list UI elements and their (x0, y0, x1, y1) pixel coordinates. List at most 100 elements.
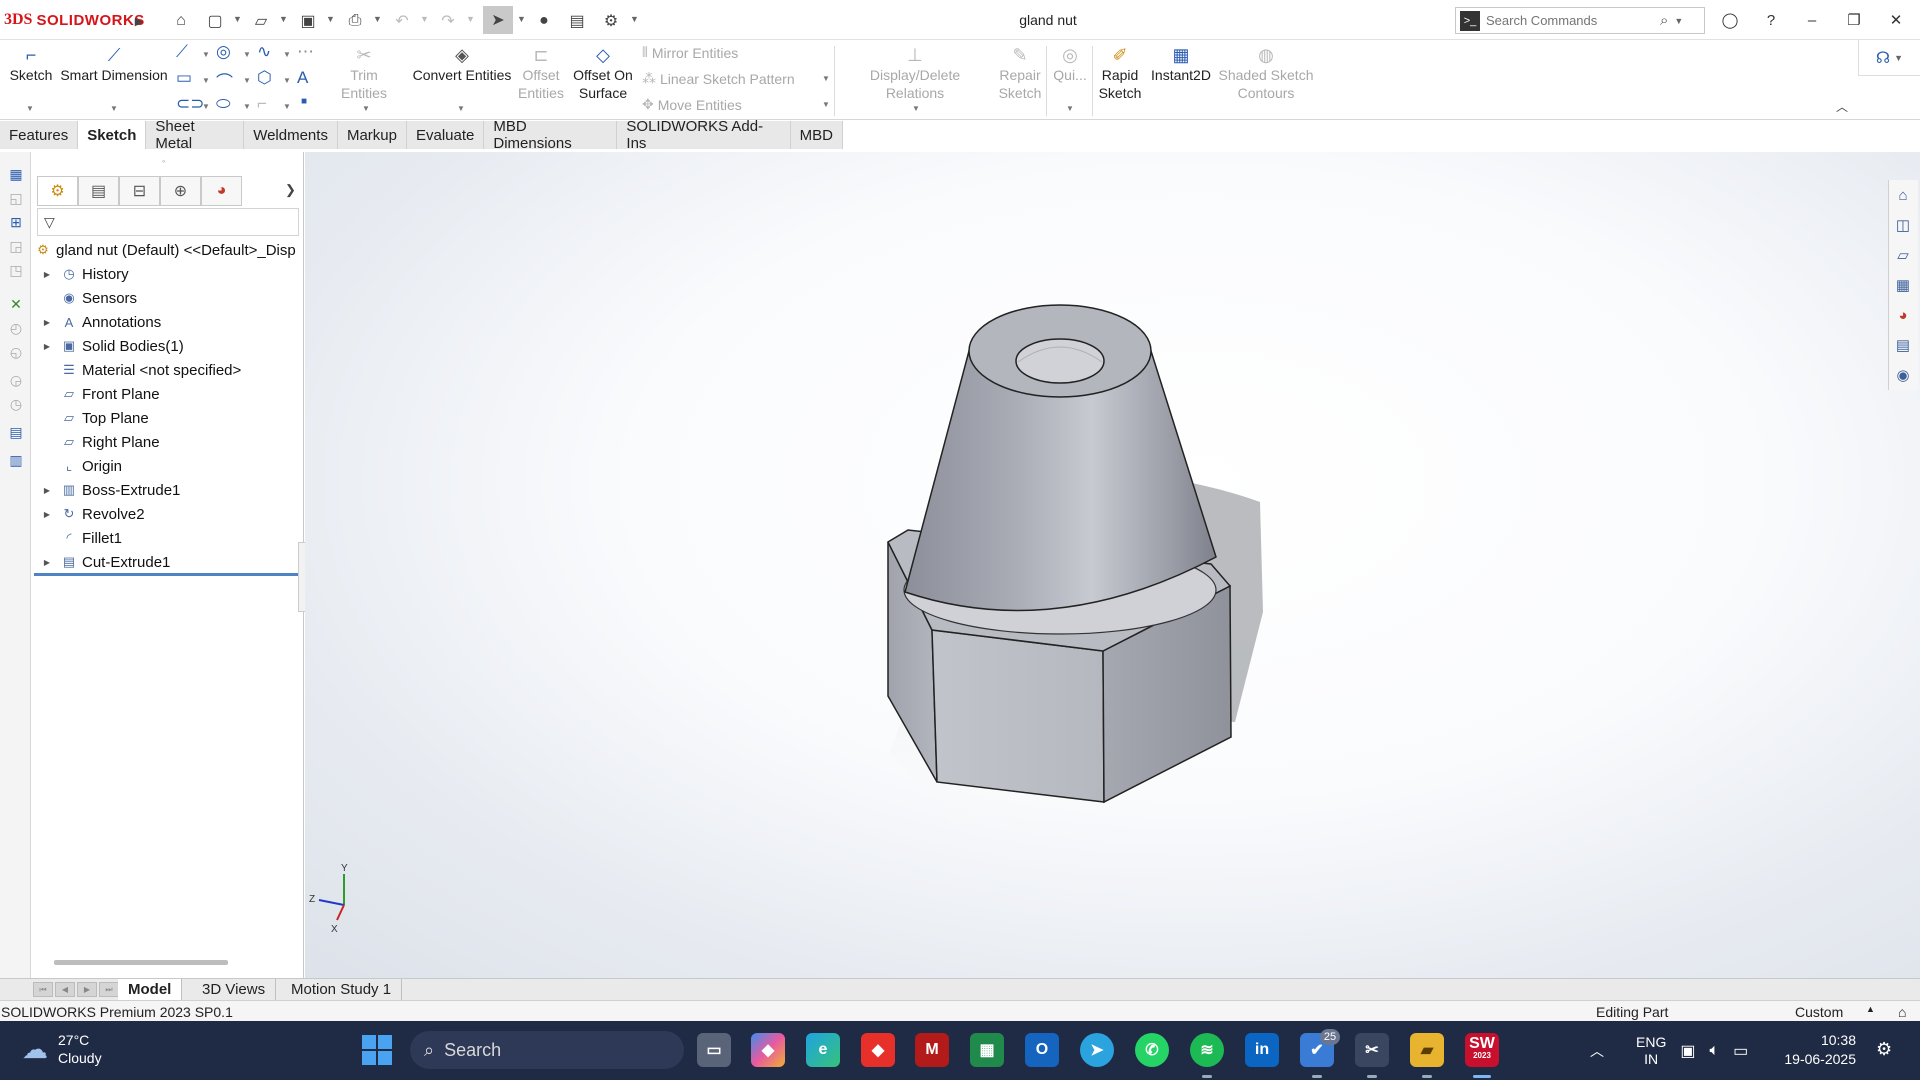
linear-sketch-pattern-button[interactable]: ⁂ Linear Sketch Pattern (642, 70, 795, 87)
graphics-area[interactable]: ⌕ ⊡ ↶ ◧ ✧ ⧉ ▼ ◨ ▼ ◉ ▼ ◕ ◒ ▼ ▭ ▼ ◫ ◨ – ❐ … (305, 152, 1920, 978)
repair-sketch-button[interactable]: ✎ Repair Sketch (996, 44, 1044, 102)
strip-tool-icon[interactable]: ◲ (6, 236, 26, 256)
tab-weldments[interactable]: Weldments (244, 121, 338, 149)
rectangle-icon[interactable]: ▭ (176, 68, 192, 88)
menu-expand-icon[interactable]: ▶ (128, 10, 150, 32)
smart-dimension-dropdown-icon[interactable]: ▼ (110, 104, 118, 113)
ribbon-corner-tools[interactable]: ☊ ▼ (1858, 40, 1920, 76)
arc-dropdown-icon[interactable]: ▼ (243, 76, 251, 85)
slot-icon[interactable]: ⊂⊃ (176, 94, 205, 114)
home-icon[interactable]: ⌂ (170, 10, 192, 32)
next-tab-icon[interactable]: ▶ (77, 982, 97, 997)
offset-on-surface-button[interactable]: ◇ Offset On Surface (570, 44, 636, 102)
unit-system-dropdown-icon[interactable]: ▲ (1866, 1004, 1875, 1014)
tree-item-history[interactable]: ▶ ◷ History (32, 262, 304, 286)
minimize-icon[interactable]: – (1798, 8, 1826, 32)
strip-tool-icon[interactable]: ◱ (6, 188, 26, 208)
system-clock[interactable]: 10:38 19-06-2025 (1784, 1031, 1856, 1069)
windows-start-button[interactable] (362, 1035, 392, 1065)
first-tab-icon[interactable]: ⏮ (33, 982, 53, 997)
trim-entities-button[interactable]: ✂ Trim Entities (326, 44, 402, 102)
convert-dropdown-icon[interactable]: ▼ (457, 104, 465, 113)
mirror-entities-button[interactable]: ⫴ Mirror Entities (642, 44, 738, 61)
offset-entities-button[interactable]: ⊏ Offset Entities (514, 44, 568, 102)
tree-item-solid-bodies-1[interactable]: ▶ ▣ Solid Bodies(1) (32, 334, 304, 358)
sketch-dropdown-icon[interactable]: ▼ (26, 104, 34, 113)
tab-evaluate[interactable]: Evaluate (406, 121, 485, 149)
status-tags-icon[interactable]: ⌂ (1898, 1004, 1906, 1020)
spline-dropdown-icon[interactable]: ▼ (283, 50, 291, 59)
rapid-sketch-button[interactable]: ✐ Rapid Sketch (1096, 44, 1144, 102)
fillet-sketch-dropdown-icon[interactable]: ▼ (283, 102, 291, 111)
spline-icon[interactable]: ∿ (257, 42, 271, 62)
horizontal-scrollbar[interactable] (54, 960, 228, 965)
expand-arrow-icon[interactable]: ▶ (40, 558, 54, 567)
select-cursor-icon[interactable]: ➤ (483, 6, 513, 34)
tab-mbd-dimensions[interactable]: MBD Dimensions (484, 118, 618, 152)
plane-sketch-icon[interactable]: ■ (301, 96, 307, 107)
tab-motion-study-1[interactable]: Motion Study 1 (281, 979, 403, 1000)
tab-markup[interactable]: Markup (337, 121, 407, 149)
rollback-bar[interactable] (34, 573, 302, 576)
tree-item-sensors[interactable]: ◉ Sensors (32, 286, 304, 310)
tree-item-cut-extrude1[interactable]: ▶ ▤ Cut-Extrude1 (32, 550, 304, 574)
tree-item-top-plane[interactable]: ▱ Top Plane (32, 406, 304, 430)
strip-tool-icon[interactable]: ✕ (6, 294, 26, 314)
whatsapp-icon[interactable]: ✆ (1135, 1033, 1169, 1067)
file-explorer-icon[interactable]: ▰ (1410, 1033, 1444, 1067)
battery-icon[interactable]: ▭ (1733, 1041, 1748, 1061)
solidworks-2023-icon[interactable]: SW 2023 (1465, 1033, 1499, 1067)
rectangle-dropdown-icon[interactable]: ▼ (202, 76, 210, 85)
search-dropdown-icon[interactable]: ▼ (1674, 16, 1683, 26)
quick-snaps-dropdown-icon[interactable]: ▼ (1066, 104, 1074, 113)
line-icon[interactable]: ⟋ (176, 42, 188, 62)
dimxpert-manager-icon[interactable]: ⊕ (160, 176, 201, 206)
rebuild-icon[interactable]: ● (533, 10, 555, 32)
spotify-icon[interactable]: ≋ (1190, 1033, 1224, 1067)
tree-root-part[interactable]: ⚙ gland nut (Default) <<Default>_Disp (32, 238, 304, 262)
solidworks-forum-icon[interactable]: ◉ (1889, 360, 1917, 390)
ellipse-icon[interactable]: ⬭ (216, 94, 231, 114)
strip-tool-icon[interactable]: ▤ (6, 422, 26, 442)
strip-tool-icon[interactable]: ◳ (6, 260, 26, 280)
panel-grip-icon[interactable]: ◦ (162, 156, 165, 166)
fillet-sketch-icon[interactable]: ⌐ (257, 94, 267, 114)
weather-widget[interactable]: ☁ 27°C Cloudy (22, 1031, 102, 1067)
close-icon[interactable]: ✕ (1882, 8, 1910, 32)
relations-dropdown-icon[interactable]: ▼ (912, 104, 920, 113)
show-hidden-icons-chevron[interactable]: ︿ (1590, 1041, 1604, 1061)
feature-manager-tree-icon[interactable]: ⚙ (37, 176, 78, 206)
anydesk-icon[interactable]: ◆ (861, 1033, 895, 1067)
solidworks-logo[interactable]: 3DS SOLIDWORKS (4, 8, 144, 32)
open-folder-icon[interactable]: ▱ (250, 10, 272, 32)
linkedin-icon[interactable]: in (1245, 1033, 1279, 1067)
expand-arrow-icon[interactable]: ▶ (40, 342, 54, 351)
file-explorer-icon[interactable]: ▱ (1889, 240, 1917, 270)
point-grid-icon[interactable]: ⋯ (297, 42, 314, 62)
strip-tool-icon[interactable]: ◶ (6, 370, 26, 390)
collapse-ribbon-icon[interactable]: ︿ (1836, 98, 1848, 115)
tree-item-material-not-specified[interactable]: ☰ Material <not specified> (32, 358, 304, 382)
strip-tool-icon[interactable]: ◵ (6, 342, 26, 362)
design-library-icon[interactable]: ◫ (1889, 210, 1917, 240)
select-dropdown-icon[interactable]: ▼ (517, 14, 526, 24)
edge-browser-icon[interactable]: e (806, 1033, 840, 1067)
open-dropdown-icon[interactable]: ▼ (279, 14, 288, 24)
network-icon[interactable]: ▣ (1680, 1041, 1695, 1061)
smart-dimension-button[interactable]: ⟋ Smart Dimension (58, 44, 170, 84)
mcafee-icon[interactable]: M (915, 1033, 949, 1067)
unit-system-selector[interactable]: Custom (1795, 1004, 1843, 1020)
save-icon[interactable]: ▣ (297, 10, 319, 32)
last-tab-icon[interactable]: ⏭ (99, 982, 119, 997)
restore-icon[interactable]: ❐ (1840, 8, 1868, 32)
search-commands-box[interactable]: >_ ⌕ ▼ (1455, 7, 1705, 34)
tree-item-front-plane[interactable]: ▱ Front Plane (32, 382, 304, 406)
search-icon[interactable]: ⌕ (1660, 12, 1668, 29)
sheets-app-icon[interactable]: ▦ (970, 1033, 1004, 1067)
table-icon[interactable]: ▦ (6, 164, 26, 184)
new-document-icon[interactable]: ▢ (204, 10, 226, 32)
display-manager-icon[interactable]: ◕ (201, 176, 242, 206)
polygon-dropdown-icon[interactable]: ▼ (283, 76, 291, 85)
tree-item-revolve2[interactable]: ▶ ↻ Revolve2 (32, 502, 304, 526)
circle-dropdown-icon[interactable]: ▼ (243, 50, 251, 59)
